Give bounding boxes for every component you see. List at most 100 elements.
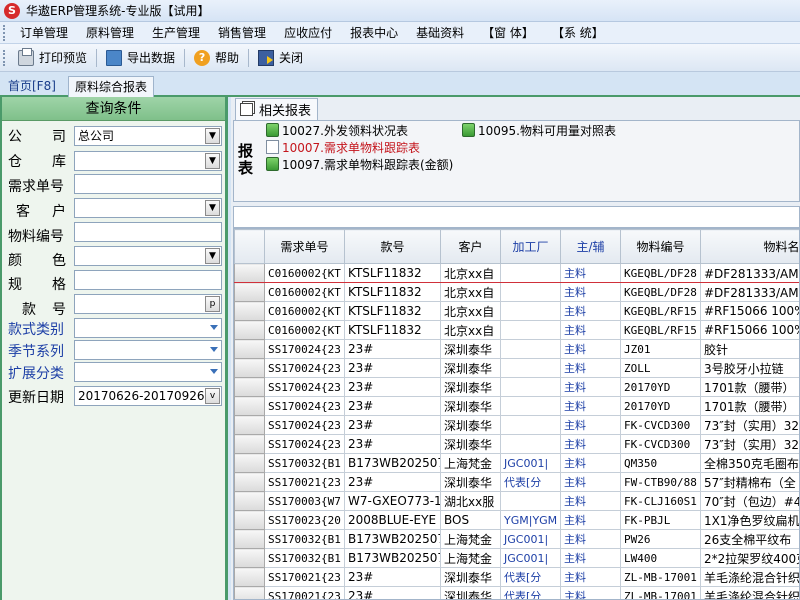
row-selector[interactable] — [234, 282, 265, 302]
table-cell[interactable]: 1701款（腰带） — [700, 396, 799, 416]
table-cell[interactable]: 主料 — [560, 339, 621, 359]
table-cell[interactable]: 主料 — [560, 320, 621, 340]
row-selector[interactable] — [234, 434, 265, 454]
table-cell[interactable]: SS170021{23 — [264, 586, 345, 599]
table-cell[interactable]: 73″封（实用）32 — [700, 434, 799, 454]
table-cell[interactable]: 主料 — [560, 263, 621, 283]
table-cell[interactable]: 主料 — [560, 548, 621, 568]
style-no-picker[interactable]: p — [74, 294, 222, 314]
table-cell[interactable]: 主料 — [560, 567, 621, 587]
table-cell[interactable]: 主料 — [560, 434, 621, 454]
row-selector[interactable] — [234, 586, 265, 599]
table-cell[interactable]: 23# — [344, 472, 441, 492]
row-selector[interactable] — [234, 358, 265, 378]
table-cell[interactable]: JGC001| — [500, 548, 561, 568]
table-cell[interactable]: 20170YD — [620, 377, 701, 397]
table-cell[interactable]: 主料 — [560, 358, 621, 378]
table-cell[interactable]: 代表[分 — [500, 567, 561, 587]
table-cell[interactable]: SS170024{23 — [264, 377, 345, 397]
table-cell[interactable] — [500, 377, 561, 397]
table-cell[interactable]: 26支全棉平纹布 — [700, 529, 799, 549]
table-cell[interactable]: 主料 — [560, 491, 621, 511]
table-cell[interactable]: FW-CTB90/88 — [620, 472, 701, 492]
close-button[interactable]: 关闭 — [251, 47, 310, 69]
export-data-button[interactable]: 导出数据 — [99, 47, 182, 69]
table-cell[interactable]: 主料 — [560, 377, 621, 397]
table-cell[interactable]: 57″封精棉布（全 — [700, 472, 799, 492]
table-cell[interactable]: YGM|YGM — [500, 510, 561, 530]
table-cell[interactable]: #DF281333/AMP 浅 — [700, 263, 799, 283]
chevron-down-icon[interactable]: ▼ — [205, 128, 220, 144]
table-row[interactable]: SS170024{23 23# 深圳泰华 主料 20170YD 1701款（腰带） — [234, 377, 799, 397]
table-cell[interactable]: JGC001| — [500, 529, 561, 549]
update-date-picker[interactable]: 20170626-20170926 v — [74, 386, 222, 406]
row-selector[interactable] — [234, 377, 265, 397]
chevron-down-icon[interactable] — [210, 369, 218, 374]
table-cell[interactable]: 上海梵金 — [440, 548, 501, 568]
picker-button[interactable]: p — [205, 296, 220, 312]
table-cell[interactable]: KGEQBL/DF28 — [620, 263, 701, 283]
table-cell[interactable]: BOS — [440, 510, 501, 530]
table-cell[interactable]: 代表[分 — [500, 586, 561, 599]
table-cell[interactable]: 23# — [344, 586, 441, 599]
table-cell[interactable]: 深圳泰华 — [440, 434, 501, 454]
grid-filter-bar[interactable] — [233, 206, 800, 228]
row-selector[interactable] — [234, 491, 265, 511]
table-cell[interactable]: SS170024{23 — [264, 339, 345, 359]
row-selector[interactable] — [234, 567, 265, 587]
table-cell[interactable]: ZL-MB-17001 — [620, 567, 701, 587]
table-row[interactable]: C0160002{KT KTSLF11832 北京xx自 主料 KGEQBL/DF28 #… — [234, 263, 799, 283]
table-cell[interactable]: 23# — [344, 434, 441, 454]
table-row[interactable]: SS170021{23 23# 深圳泰华 代表[分 主料 ZL-MB-17001 羊毛涤纶混… — [234, 586, 799, 599]
table-row[interactable]: SS170021{23 23# 深圳泰华 代表[分 主料 ZL-MB-17001 羊毛涤纶混… — [234, 567, 799, 587]
tab-related-reports[interactable]: 相关报表 — [235, 98, 319, 120]
table-cell[interactable]: SS170024{23 — [264, 415, 345, 435]
chevron-down-icon[interactable] — [210, 325, 218, 330]
table-cell[interactable]: SS170021{23 — [264, 567, 345, 587]
table-cell[interactable]: #DF281333/AMP 浅 — [700, 282, 799, 302]
table-cell[interactable]: 深圳泰华 — [440, 586, 501, 599]
table-cell[interactable]: 主料 — [560, 301, 621, 321]
table-cell[interactable]: KTSLF11832 — [344, 301, 441, 321]
table-cell[interactable]: 2008BLUE-EYE — [344, 510, 441, 530]
table-cell[interactable]: 全棉350克毛圈布 — [700, 453, 799, 473]
table-cell[interactable]: JGC001| — [500, 453, 561, 473]
menu-production-management[interactable]: 生产管理 — [143, 24, 209, 41]
table-cell[interactable]: SS170024{23 — [264, 358, 345, 378]
chevron-down-icon[interactable]: ▼ — [205, 153, 220, 169]
table-cell[interactable]: 深圳泰华 — [440, 358, 501, 378]
menu-report-center[interactable]: 报表中心 — [341, 24, 407, 41]
column-header[interactable]: 物料编号 — [620, 229, 701, 264]
row-selector[interactable] — [234, 396, 265, 416]
table-row[interactable]: SS170024{23 23# 深圳泰华 主料 20170YD 1701款（腰带） — [234, 396, 799, 416]
table-cell[interactable]: FK-CLJ160S1 — [620, 491, 701, 511]
table-cell[interactable]: 1701款（腰带） — [700, 377, 799, 397]
table-cell[interactable]: 胶针 — [700, 339, 799, 359]
table-cell[interactable]: C0160002{KT — [264, 301, 345, 321]
table-cell[interactable] — [500, 301, 561, 321]
report-link[interactable]: 10097.需求单物料跟踪表(金额) — [266, 156, 453, 172]
table-cell[interactable]: C0160002{KT — [264, 263, 345, 283]
table-cell[interactable] — [500, 339, 561, 359]
table-cell[interactable]: FK-PBJL — [620, 510, 701, 530]
table-row[interactable]: C0160002{KT KTSLF11832 北京xx自 主料 KGEQBL/RF15 #… — [234, 301, 799, 321]
table-cell[interactable]: 羊毛涤纶混合针织 — [700, 586, 799, 599]
table-cell[interactable]: 深圳泰华 — [440, 472, 501, 492]
table-row[interactable]: SS170024{23 23# 深圳泰华 主料 JZ01 胶针 — [234, 339, 799, 359]
color-dropdown[interactable]: ▼ — [74, 246, 222, 266]
table-row[interactable]: C0160002{KT KTSLF11832 北京xx自 主料 KGEQBL/RF15 #… — [234, 320, 799, 340]
warehouse-dropdown[interactable]: ▼ — [74, 151, 222, 171]
table-cell[interactable] — [500, 282, 561, 302]
print-preview-button[interactable]: 打印预览 — [11, 47, 94, 69]
table-cell[interactable]: 北京xx自 — [440, 301, 501, 321]
column-header[interactable]: 加工厂 — [500, 229, 561, 264]
table-cell[interactable]: JZ01 — [620, 339, 701, 359]
table-cell[interactable] — [500, 320, 561, 340]
table-cell[interactable]: LW400 — [620, 548, 701, 568]
tab-material-report[interactable]: 原料综合报表 — [68, 76, 155, 97]
table-cell[interactable]: SS170024{23 — [264, 396, 345, 416]
menu-window[interactable]: 【窗 体】 — [473, 24, 543, 41]
extended-category-combo[interactable] — [74, 362, 222, 382]
tab-home[interactable]: 首页[F8] — [2, 76, 62, 97]
table-cell[interactable]: KTSLF11832 — [344, 320, 441, 340]
